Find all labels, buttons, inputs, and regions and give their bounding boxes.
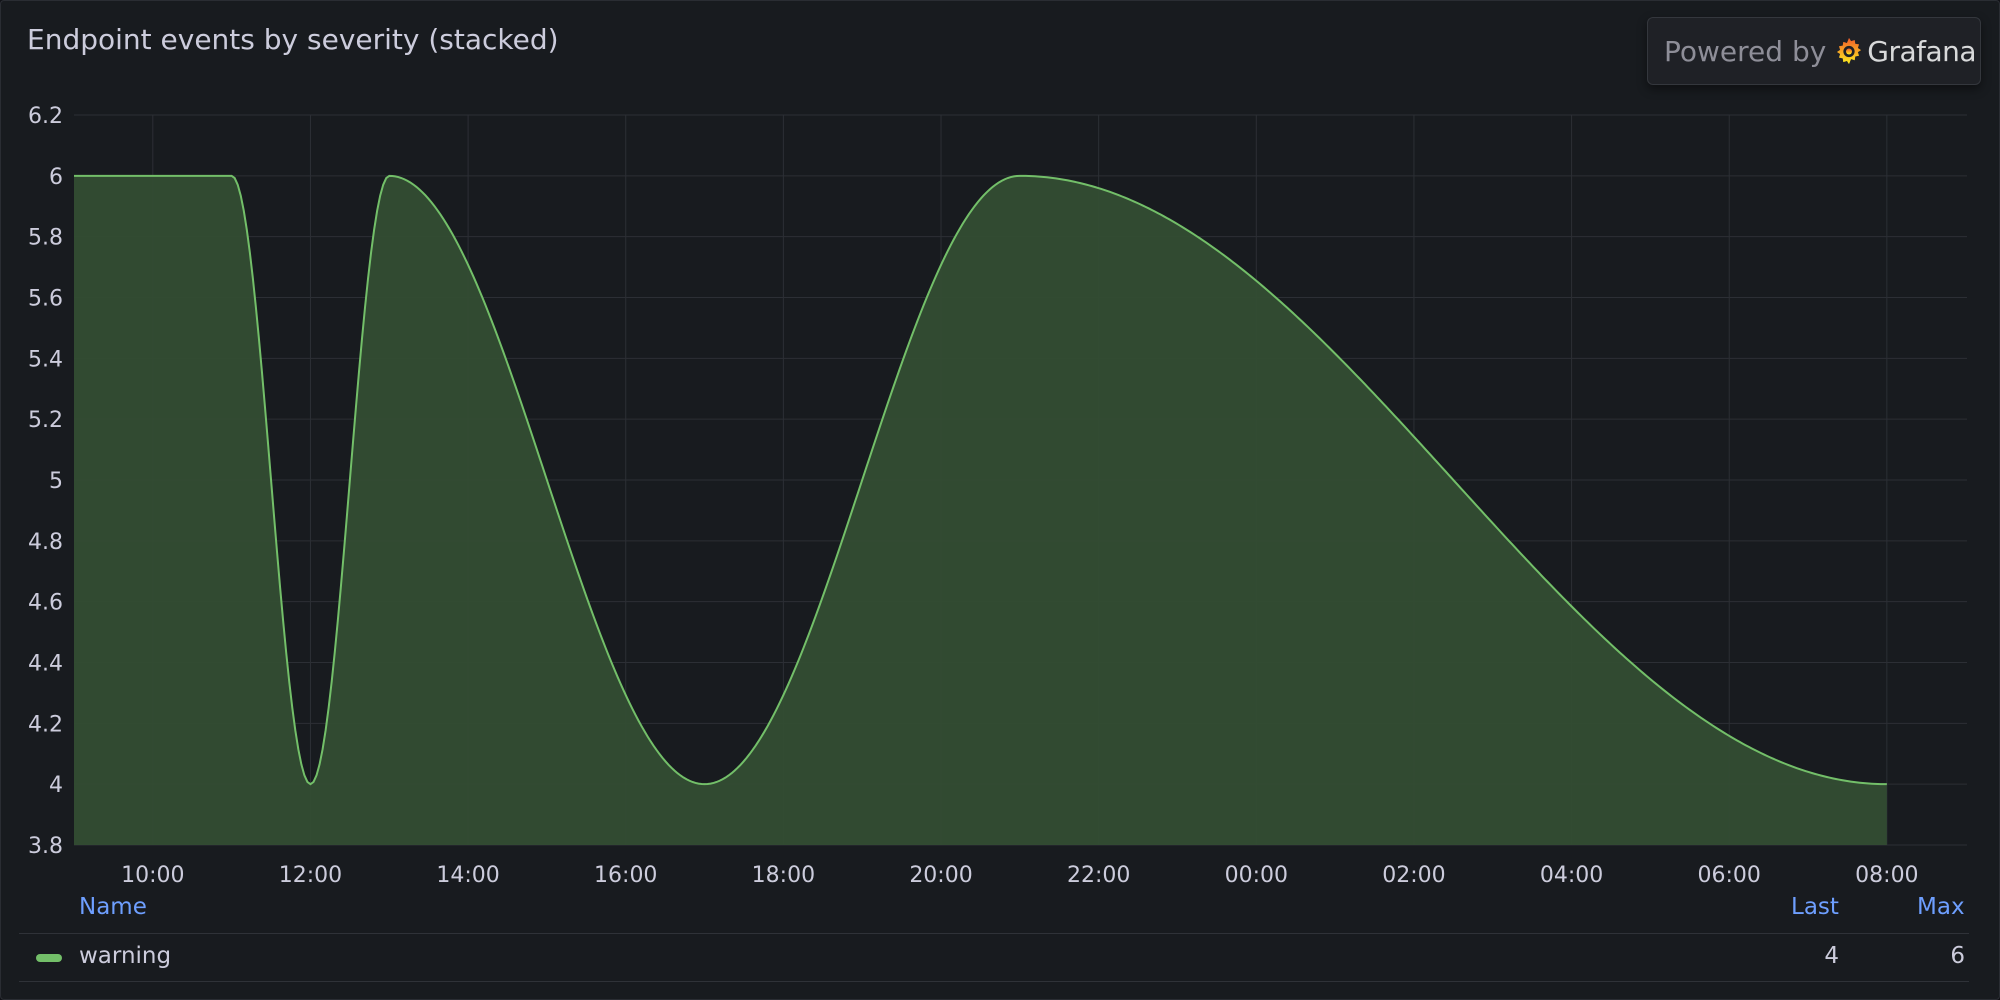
x-tick-label: 18:00 [752, 863, 815, 888]
legend-value-max: 6 [1950, 943, 1965, 969]
x-tick-label: 10:00 [121, 863, 184, 888]
x-tick-label: 04:00 [1540, 863, 1603, 888]
series-area-warning [74, 175, 1887, 845]
x-tick-label: 08:00 [1855, 863, 1918, 888]
y-tick-label: 5.2 [28, 408, 63, 433]
legend-header-name[interactable]: Name [79, 894, 147, 920]
x-tick-label: 16:00 [594, 863, 657, 888]
x-tick-label: 22:00 [1067, 863, 1130, 888]
legend-item-warning[interactable]: warning [79, 943, 171, 969]
y-axis: 3.8 4 4.2 4.4 4.6 4.8 5 5.2 5.4 5.6 5.8 6 6.2 [28, 104, 63, 859]
y-tick-label: 4.4 [28, 652, 63, 677]
legend-bottom-divider [19, 981, 1969, 982]
x-tick-label: 02:00 [1382, 863, 1445, 888]
series-layer [74, 174, 1887, 845]
y-tick-label: 5 [49, 469, 63, 494]
x-tick-label: 12:00 [279, 863, 342, 888]
legend-header-last[interactable]: Last [1791, 894, 1839, 920]
y-tick-label: 4.2 [28, 712, 63, 737]
x-axis: 10:00 12:00 14:00 16:00 18:00 20:00 22:00 00:00… [121, 863, 1918, 888]
legend-header-max[interactable]: Max [1917, 894, 1965, 920]
y-tick-label: 4.8 [28, 530, 63, 555]
x-tick-label: 06:00 [1698, 863, 1761, 888]
legend-divider [19, 933, 1969, 934]
legend-value-last: 4 [1824, 943, 1839, 969]
y-tick-label: 5.6 [28, 287, 63, 312]
x-tick-label: 00:00 [1225, 863, 1288, 888]
legend-swatch-warning[interactable] [36, 954, 62, 962]
y-tick-label: 3.8 [28, 834, 63, 859]
x-tick-label: 20:00 [909, 863, 972, 888]
y-tick-label: 6.2 [28, 104, 63, 129]
y-tick-label: 5.8 [28, 226, 63, 251]
chart-panel: Endpoint events by severity (stacked) Po… [0, 0, 2000, 1000]
y-tick-label: 4 [49, 773, 63, 798]
time-series-chart[interactable]: 3.844.24.44.64.855.25.45.65.866.2 10:00 1… [1, 1, 1999, 891]
y-tick-label: 6 [49, 165, 63, 190]
x-tick-label: 14:00 [436, 863, 499, 888]
y-tick-label: 4.6 [28, 591, 63, 616]
y-tick-label: 5.4 [28, 347, 63, 372]
